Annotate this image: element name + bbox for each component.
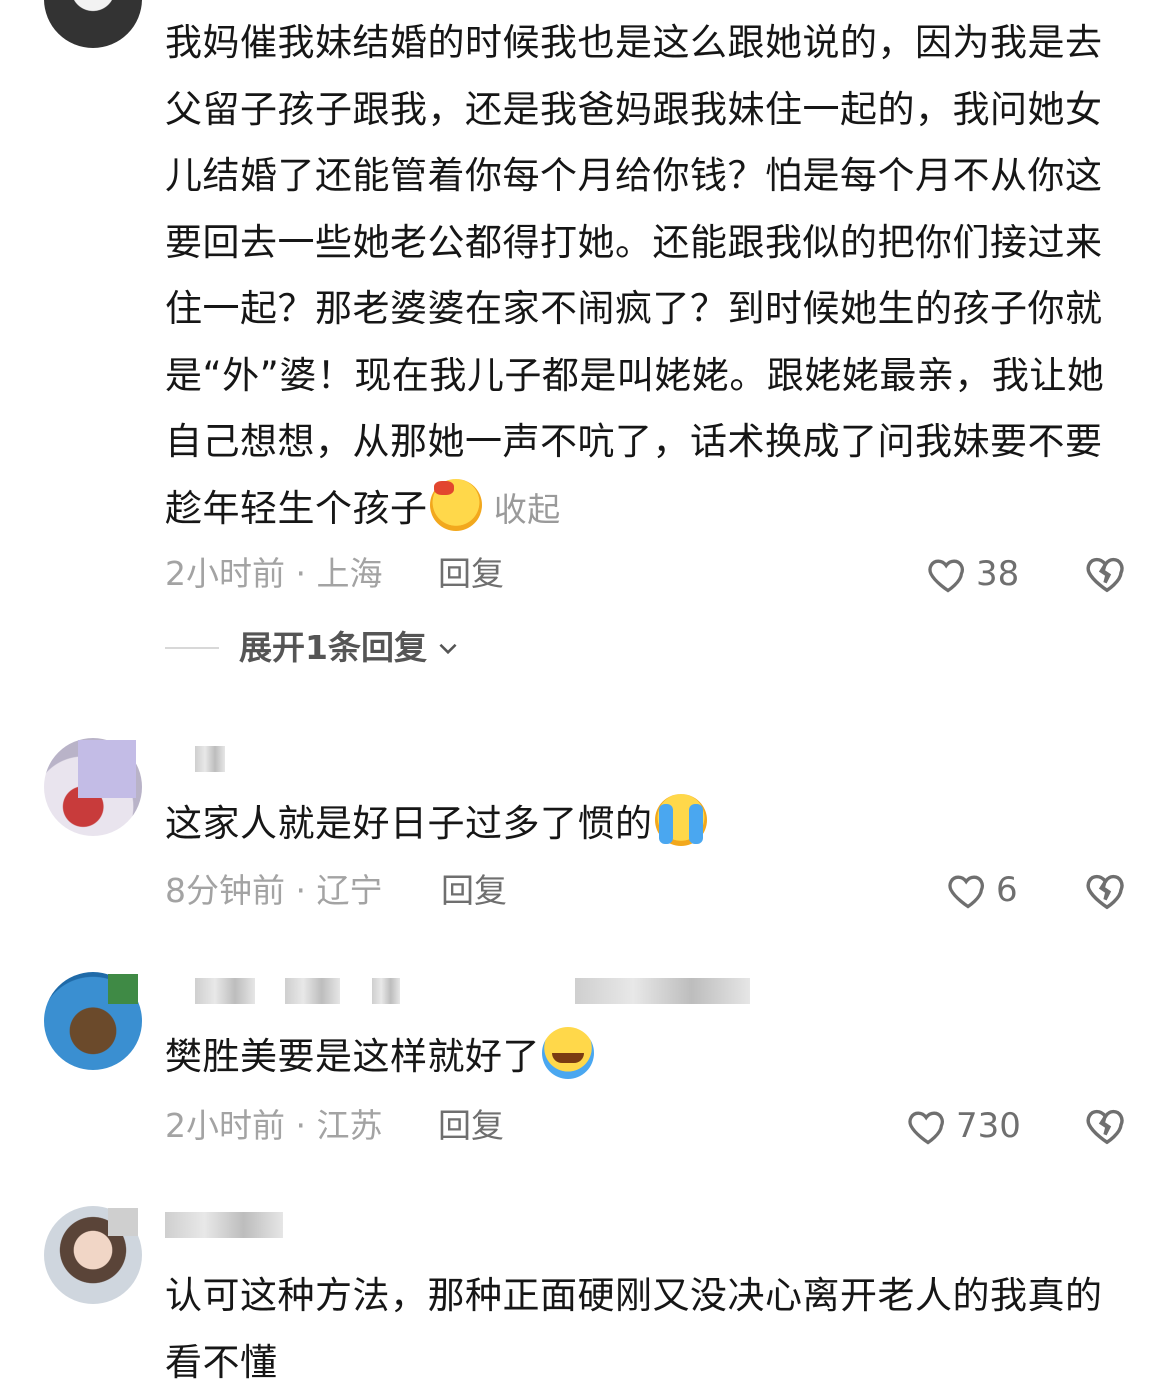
collapse-link[interactable]: 收起 (494, 490, 561, 529)
comment-text-content: 樊胜美要是这样就好了 (165, 1035, 540, 1078)
like-button[interactable]: 38 (926, 552, 1019, 596)
comment-text: 我妈催我妹结婚的时候我也是这么跟她说的，因为我是去父留子孩子跟我，还是我爸妈跟我… (165, 10, 1130, 543)
username-redacted-part (285, 978, 340, 1004)
heart-icon (908, 1111, 944, 1145)
comment-text: 认可这种方法，那种正面硬刚又没决心离开老人的我真的看不懂 (165, 1263, 1130, 1396)
like-count: 730 (956, 1106, 1021, 1146)
avatar[interactable] (44, 0, 142, 48)
avatar-blur-overlay (78, 740, 136, 798)
reply-button[interactable]: 回复 (438, 1106, 504, 1146)
heart-icon (948, 875, 984, 909)
smirk-emoji-icon (429, 478, 482, 531)
divider-line (165, 647, 219, 649)
username-redacted[interactable] (165, 1212, 283, 1238)
like-button[interactable]: 730 (906, 1104, 1021, 1148)
comment-time-location: 8分钟前 · 辽宁 (165, 871, 383, 910)
avatar-blur-overlay (108, 1208, 138, 1236)
comment-text: 这家人就是好日子过多了惯的 (165, 791, 1130, 858)
reply-button[interactable]: 回复 (438, 554, 504, 594)
dislike-icon[interactable] (1084, 1102, 1130, 1148)
comment-1: 我妈催我妹结婚的时候我也是这么跟她说的，因为我是去父留子孩子跟我，还是我爸妈跟我… (0, 0, 1170, 690)
reply-button[interactable]: 回复 (441, 871, 507, 911)
comment-4: 认可这种方法，那种正面硬刚又没决心离开老人的我真的看不懂 (0, 1206, 1170, 1396)
avatar-blur-overlay (108, 974, 138, 1004)
comment-time-location: 2小时前 · 上海 (165, 554, 383, 593)
dislike-icon[interactable] (1084, 550, 1130, 596)
like-button[interactable]: 6 (946, 868, 1018, 912)
comment-text: 樊胜美要是这样就好了 (165, 1024, 1130, 1091)
like-count: 6 (996, 870, 1018, 910)
comment-2: 这家人就是好日子过多了惯的 8分钟前 · 辽宁 回复 6 (0, 738, 1170, 938)
expand-replies-button[interactable]: 展开1条回复 (165, 626, 461, 670)
chevron-down-icon (439, 643, 457, 655)
expand-replies-label: 展开1条回复 (239, 628, 427, 667)
crying-emoji-icon (542, 1027, 594, 1079)
comment-text-content: 这家人就是好日子过多了惯的 (165, 802, 653, 845)
dislike-icon[interactable] (1084, 867, 1130, 913)
badge-redacted (575, 978, 750, 1004)
comment-time-location: 2小时前 · 江苏 (165, 1106, 383, 1145)
laugh-cry-emoji-icon (654, 794, 707, 846)
username-redacted-part (372, 978, 400, 1004)
username-redacted[interactable] (195, 978, 255, 1004)
username-redacted[interactable] (195, 746, 225, 772)
heart-icon (928, 559, 964, 593)
comment-3: 樊胜美要是这样就好了 2小时前 · 江苏 回复 730 (0, 972, 1170, 1172)
comment-text-content: 认可这种方法，那种正面硬刚又没决心离开老人的我真的看不懂 (165, 1274, 1103, 1384)
like-count: 38 (976, 554, 1020, 594)
comment-text-content: 我妈催我妹结婚的时候我也是这么跟她说的，因为我是去父留子孩子跟我，还是我爸妈跟我… (165, 21, 1105, 530)
